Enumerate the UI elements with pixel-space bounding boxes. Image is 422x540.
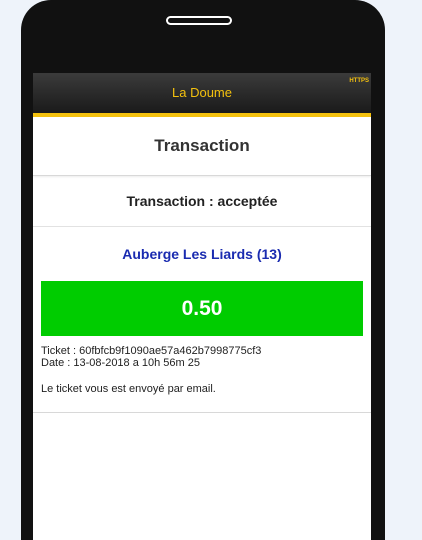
- ticket-id: Ticket : 60fbfcb9f1090ae57a462b7998775cf…: [41, 345, 262, 357]
- ticket-details: Ticket : 60fbfcb9f1090ae57a462b7998775cf…: [33, 336, 371, 369]
- app-title: La Doume: [172, 85, 232, 100]
- ticket-date: Date : 13-08-2018 a 10h 56m 25: [41, 357, 201, 369]
- phone-screen: La Doume HTTPS Transaction Transaction :…: [33, 73, 371, 540]
- page-background: La Doume HTTPS Transaction Transaction :…: [0, 0, 422, 540]
- app-header: La Doume HTTPS: [33, 73, 371, 117]
- amount-display: 0.50: [41, 281, 363, 336]
- email-notice: Le ticket vous est envoyé par email.: [33, 369, 371, 413]
- https-badge: HTTPS: [349, 78, 369, 84]
- phone-speaker: [166, 16, 232, 25]
- page-title: Transaction: [33, 117, 371, 176]
- phone-frame: La Doume HTTPS Transaction Transaction :…: [21, 0, 385, 540]
- transaction-status: Transaction : acceptée: [33, 176, 371, 227]
- merchant-name: Auberge Les Liards (13): [122, 246, 282, 262]
